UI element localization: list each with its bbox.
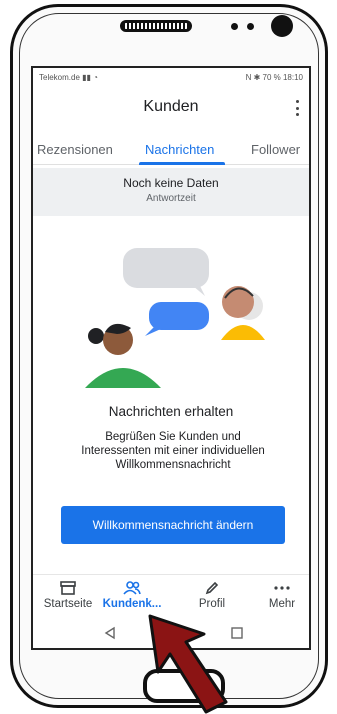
people-icon	[97, 579, 167, 597]
recent-apps-icon[interactable]	[230, 626, 244, 640]
back-icon[interactable]	[103, 626, 117, 640]
nav-label: Mehr	[268, 598, 296, 610]
tab-rezensionen[interactable]: Rezensionen	[37, 142, 113, 157]
active-tab-indicator	[139, 162, 225, 165]
pointer-arrow-icon	[148, 614, 228, 714]
more-vert-icon[interactable]	[295, 100, 299, 116]
response-time-stat: Noch keine Daten Antwortzeit	[33, 168, 309, 216]
stat-value: Noch keine Daten	[123, 176, 219, 190]
more-horiz-icon	[247, 579, 309, 597]
storefront-icon	[33, 579, 103, 597]
empty-state-description: Begrüßen Sie Kunden und Interessenten mi…	[81, 431, 265, 471]
pencil-icon	[177, 579, 247, 597]
stat-label: Antwortzeit	[146, 193, 196, 204]
carrier-label: Telekom.de ▮▮ ◔	[39, 72, 99, 82]
empty-state-heading: Nachrichten erhalten	[108, 404, 234, 419]
messages-illustration	[85, 248, 265, 388]
page-title: Kunden	[143, 98, 199, 115]
tab-bar: Rezensionen Nachrichten Follower	[33, 136, 309, 165]
nav-mehr[interactable]: Mehr	[247, 579, 309, 610]
sensor-dot	[231, 23, 238, 30]
nav-startseite[interactable]: Startseite	[33, 579, 103, 610]
tab-follower[interactable]: Follower	[251, 142, 300, 157]
phone-screen: Telekom.de ▮▮ ◔ N ✱ 70 % 18:10 Kunden Re…	[31, 66, 311, 650]
change-welcome-message-button[interactable]: Willkommensnachricht ändern	[61, 506, 285, 544]
front-camera	[271, 15, 293, 37]
status-bar: Telekom.de ▮▮ ◔ N ✱ 70 % 18:10	[33, 68, 309, 86]
status-right: N ✱ 70 % 18:10	[245, 72, 303, 82]
sensor-dot	[247, 23, 254, 30]
tab-nachrichten[interactable]: Nachrichten	[145, 142, 214, 157]
nav-label: Startseite	[43, 598, 93, 610]
speaker-grille	[120, 20, 192, 32]
app-bar: Kunden	[33, 90, 309, 126]
